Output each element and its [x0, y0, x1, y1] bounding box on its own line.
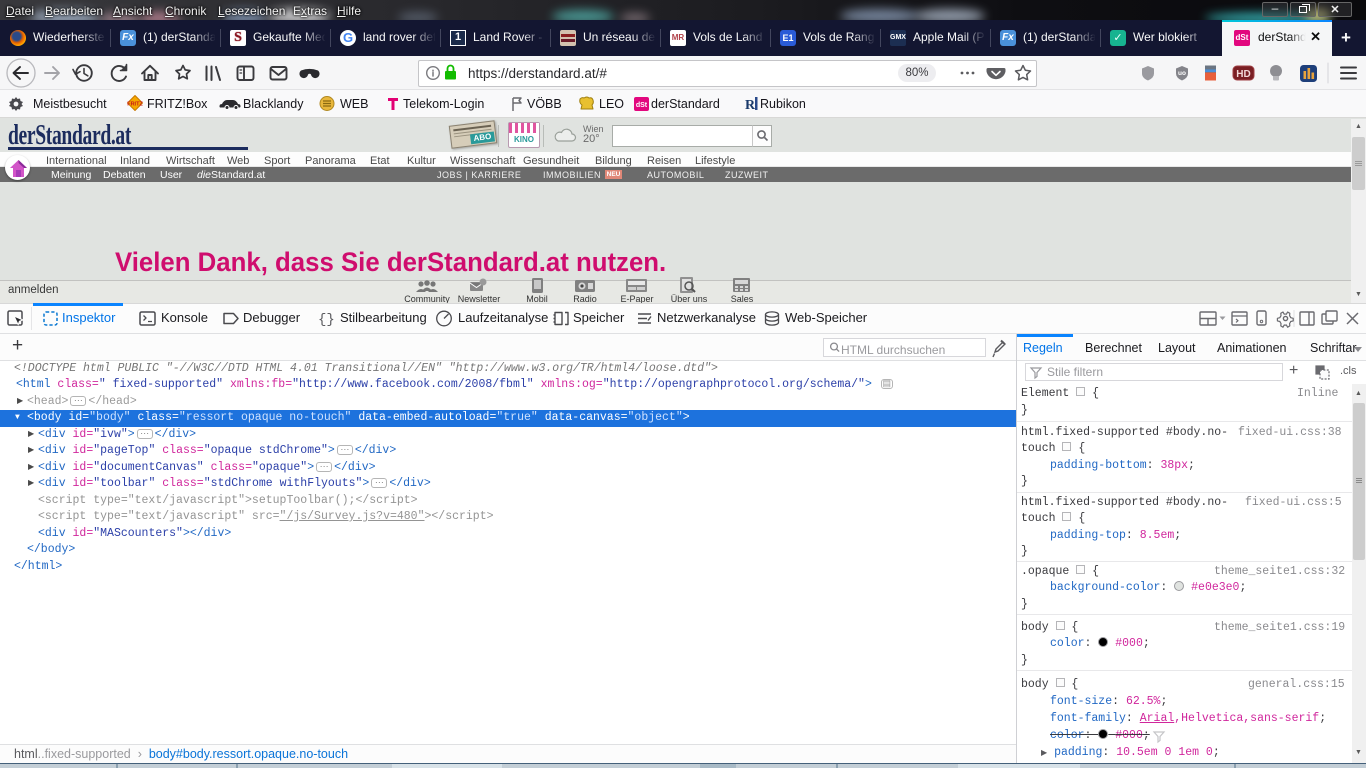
svg-text:FRITZ: FRITZ: [127, 102, 143, 108]
svg-text:R: R: [745, 98, 756, 113]
svg-text:dSt: dSt: [636, 102, 648, 109]
svg-text:{}: {}: [318, 312, 335, 328]
svg-text:uo: uo: [1178, 70, 1186, 77]
svg-text:HD: HD: [1236, 69, 1250, 80]
